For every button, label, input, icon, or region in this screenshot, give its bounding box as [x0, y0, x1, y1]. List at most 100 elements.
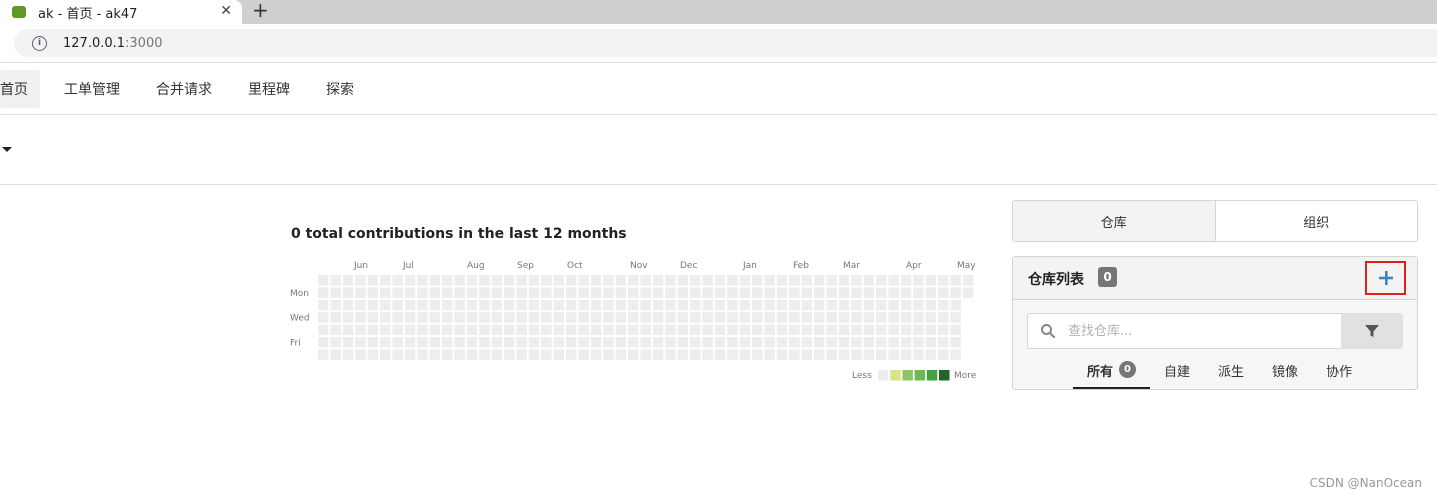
heatmap-cell — [318, 312, 329, 323]
filter-forks[interactable]: 派生 — [1204, 357, 1258, 389]
filter-collaborative[interactable]: 协作 — [1312, 357, 1366, 389]
legend-less-label: Less — [852, 371, 872, 381]
heatmap-cell — [652, 324, 664, 336]
browser-tab[interactable]: ak - 首页 - ak47 ✕ — [0, 0, 242, 24]
heatmap-cell — [454, 287, 465, 298]
heatmap-cell — [342, 337, 354, 348]
repo-list-title: 仓库列表 — [1028, 272, 1084, 288]
heatmap-cell — [950, 299, 961, 311]
heatmap-cell — [851, 275, 862, 286]
heatmap-cell — [603, 312, 614, 323]
heatmap-cell — [764, 324, 775, 336]
heatmap-cell — [380, 349, 391, 360]
heatmap-cell — [690, 337, 701, 348]
heatmap-cell — [380, 299, 391, 311]
filter-sources[interactable]: 自建 — [1150, 357, 1204, 389]
heatmap-cell — [615, 324, 627, 336]
heatmap-cell — [826, 337, 837, 348]
nav-item-milestones[interactable]: 里程碑 — [236, 70, 302, 108]
url-port: :3000 — [125, 35, 163, 51]
heatmap-cell — [838, 349, 850, 360]
heatmap-cell — [429, 324, 441, 336]
address-bar[interactable]: i 127.0.0.1:3000 — [14, 29, 1437, 57]
heatmap-cell — [504, 312, 515, 323]
heatmap-cell — [603, 299, 614, 311]
heatmap-cell — [330, 275, 341, 286]
heatmap-cell — [367, 324, 379, 336]
filter-all[interactable]: 所有 0 — [1073, 357, 1151, 389]
tab-organizations[interactable]: 组织 — [1216, 201, 1418, 241]
heatmap-cell — [615, 275, 627, 286]
nav-item-pulls[interactable]: 合并请求 — [144, 70, 224, 108]
gitea-favicon-icon — [12, 6, 26, 18]
heatmap-cell — [789, 324, 800, 336]
repo-filter-button[interactable] — [1341, 313, 1403, 349]
new-tab-button[interactable]: + — [252, 0, 269, 22]
heatmap-month-label: Nov — [630, 261, 648, 271]
heatmap-cell — [628, 299, 639, 311]
heatmap-cell — [776, 312, 788, 323]
heatmap-cell — [516, 349, 527, 360]
heatmap-cell — [727, 349, 738, 360]
dashboard-switch: 仓库 组织 — [1012, 200, 1418, 242]
heatmap-cell — [466, 275, 478, 286]
heatmap-cell — [553, 287, 565, 298]
heatmap-cell — [380, 275, 391, 286]
nav-item-explore[interactable]: 探索 — [314, 70, 366, 108]
heatmap-cell — [739, 349, 751, 360]
heatmap-cell — [380, 287, 391, 298]
heatmap-cell — [714, 337, 726, 348]
heatmap-cell — [938, 324, 949, 336]
filter-mirrors[interactable]: 镜像 — [1258, 357, 1312, 389]
tab-close-icon[interactable]: ✕ — [220, 3, 232, 19]
heatmap-cell — [925, 312, 937, 323]
heatmap-cell — [876, 287, 887, 298]
heatmap-cell — [628, 337, 639, 348]
heatmap-cell — [628, 287, 639, 298]
heatmap-cell — [640, 324, 651, 336]
repo-search-input[interactable] — [1066, 322, 1320, 340]
context-dropdown-caret-icon[interactable] — [2, 147, 12, 152]
heatmap-cell — [739, 287, 751, 298]
heatmap-cell — [367, 299, 379, 311]
heatmap-cell — [590, 337, 602, 348]
contribution-heatmap: Jun Jul Aug Sep Oct Nov Dec Jan Feb Mar Apr May Mon W… — [290, 261, 977, 381]
heatmap-cell — [479, 349, 490, 360]
info-icon[interactable]: i — [32, 35, 47, 51]
heatmap-cell — [528, 287, 540, 298]
heatmap-cell — [702, 324, 713, 336]
heatmap-cell — [491, 275, 503, 286]
heatmap-cell — [479, 299, 490, 311]
heatmap-month-label: Apr — [906, 261, 922, 271]
heatmap-cell — [342, 312, 354, 323]
heatmap-cell — [417, 287, 428, 298]
heatmap-cell — [665, 349, 676, 360]
heatmap-cell — [466, 299, 478, 311]
heatmap-cell — [900, 299, 912, 311]
heatmap-cell — [355, 337, 366, 348]
heatmap-cell — [702, 275, 713, 286]
heatmap-cell — [342, 299, 354, 311]
heatmap-cell — [590, 287, 602, 298]
heatmap-cell — [628, 349, 639, 360]
heatmap-cell — [851, 312, 862, 323]
heatmap-cell — [938, 275, 949, 286]
heatmap-cell — [652, 275, 664, 286]
heatmap-day-label: Wed — [290, 314, 310, 324]
heatmap-day-label: Mon — [290, 289, 309, 299]
add-repo-button[interactable] — [1365, 261, 1406, 295]
heatmap-cell — [838, 299, 850, 311]
heatmap-cell — [367, 337, 379, 348]
heatmap-cell — [727, 287, 738, 298]
heatmap-cell — [888, 324, 899, 336]
heatmap-cell — [690, 287, 701, 298]
heatmap-cell — [528, 324, 540, 336]
nav-item-issues[interactable]: 工单管理 — [52, 70, 132, 108]
nav-item-home[interactable]: 首页 — [0, 69, 40, 108]
heatmap-cell — [727, 324, 738, 336]
heatmap-cell — [938, 287, 949, 298]
tab-repositories[interactable]: 仓库 — [1013, 201, 1216, 241]
heatmap-cell — [380, 312, 391, 323]
heatmap-cell — [566, 312, 577, 323]
heatmap-cell — [702, 299, 713, 311]
